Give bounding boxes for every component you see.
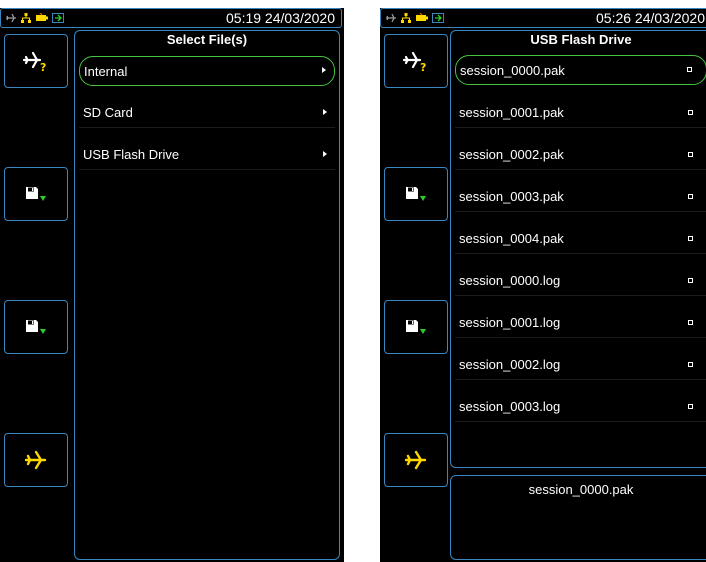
usb-file-list-panel: USB Flash Drive session_0000.pak session… bbox=[450, 30, 706, 468]
file-name: session_0000.pak bbox=[460, 62, 565, 78]
plane-status-icon bbox=[6, 13, 16, 23]
checkbox-icon[interactable] bbox=[687, 67, 692, 72]
checkbox-icon[interactable] bbox=[688, 109, 693, 115]
list-item-label: USB Flash Drive bbox=[83, 147, 180, 162]
file-item[interactable]: session_0003.log bbox=[455, 392, 706, 422]
network-icon bbox=[21, 13, 31, 23]
file-name: session_0004.pak bbox=[459, 231, 564, 246]
file-name: session_0002.pak bbox=[459, 147, 564, 162]
file-name: session_0003.pak bbox=[459, 189, 564, 204]
save-button-2[interactable] bbox=[384, 300, 448, 354]
file-item[interactable]: session_0000.pak bbox=[455, 55, 706, 85]
status-time: 05:19 24/03/2020 bbox=[226, 10, 335, 26]
list-item-sd-card[interactable]: SD Card bbox=[79, 98, 335, 128]
checkbox-icon[interactable] bbox=[688, 403, 693, 409]
selected-file-name: session_0000.pak bbox=[528, 482, 634, 497]
svg-text:?: ? bbox=[40, 61, 46, 73]
chevron-right-icon bbox=[323, 108, 327, 115]
list-item-internal[interactable]: Internal bbox=[79, 56, 335, 86]
file-item[interactable]: session_0003.pak bbox=[455, 182, 706, 212]
checkbox-icon[interactable] bbox=[688, 235, 693, 241]
save-down-icon bbox=[406, 187, 426, 201]
plane-question-icon: ? bbox=[402, 51, 426, 73]
file-item[interactable]: session_0002.log bbox=[455, 350, 706, 380]
status-icons bbox=[5, 11, 64, 25]
status-time: 05:26 24/03/2020 bbox=[596, 10, 705, 26]
checkbox-icon[interactable] bbox=[688, 277, 693, 283]
list-item-usb-flash-drive[interactable]: USB Flash Drive bbox=[79, 140, 335, 170]
save-down-icon bbox=[26, 320, 46, 334]
chevron-right-icon bbox=[323, 150, 327, 157]
selected-file-panel: session_0000.pak bbox=[450, 475, 706, 560]
svg-text:?: ? bbox=[420, 61, 426, 73]
charging-icon bbox=[432, 13, 444, 23]
file-item[interactable]: session_0000.log bbox=[455, 266, 706, 296]
file-name: session_0002.log bbox=[459, 357, 561, 372]
plane-icon bbox=[404, 450, 427, 470]
battery-icon bbox=[36, 13, 48, 21]
plane-status-icon bbox=[386, 13, 396, 23]
file-item[interactable]: session_0001.pak bbox=[455, 98, 706, 128]
save-button-2[interactable] bbox=[4, 300, 68, 354]
status-bar: 05:19 24/03/2020 bbox=[0, 8, 342, 28]
save-down-icon bbox=[406, 320, 426, 334]
select-files-panel: Select File(s) Internal SD Card USB Flas… bbox=[74, 30, 340, 560]
file-item[interactable]: session_0004.pak bbox=[455, 224, 706, 254]
panel-title: Select File(s) bbox=[166, 32, 248, 47]
file-item[interactable]: session_0002.pak bbox=[455, 140, 706, 170]
charging-icon bbox=[52, 13, 64, 23]
checkbox-icon[interactable] bbox=[688, 151, 693, 157]
checkbox-icon[interactable] bbox=[688, 319, 693, 325]
plane-icon bbox=[24, 450, 47, 470]
checkbox-icon[interactable] bbox=[688, 361, 693, 367]
status-bar: 05:26 24/03/2020 bbox=[380, 8, 706, 28]
flight-button[interactable] bbox=[4, 433, 68, 487]
battery-icon bbox=[416, 13, 428, 21]
plane-question-icon: ? bbox=[22, 51, 46, 73]
file-name: session_0000.log bbox=[459, 273, 561, 288]
file-name: session_0003.log bbox=[459, 399, 561, 414]
save-button-1[interactable] bbox=[4, 167, 68, 221]
save-down-icon bbox=[26, 187, 46, 201]
panel-title: USB Flash Drive bbox=[530, 32, 632, 47]
chevron-right-icon bbox=[322, 67, 326, 73]
list-item-label: SD Card bbox=[83, 105, 133, 120]
help-flight-button[interactable]: ? bbox=[384, 34, 448, 88]
file-name: session_0001.pak bbox=[459, 105, 564, 120]
list-item-label: Internal bbox=[84, 63, 128, 79]
network-icon bbox=[401, 13, 411, 23]
status-icons bbox=[385, 11, 444, 25]
checkbox-icon[interactable] bbox=[688, 193, 693, 199]
right-screen: 05:26 24/03/2020 ? USB Flash Drive sessi… bbox=[380, 8, 706, 562]
file-name: session_0001.log bbox=[459, 315, 561, 330]
help-flight-button[interactable]: ? bbox=[4, 34, 68, 88]
left-screen: 05:19 24/03/2020 ? Select File(s) Intern… bbox=[0, 8, 344, 562]
save-button-1[interactable] bbox=[384, 167, 448, 221]
file-item[interactable]: session_0001.log bbox=[455, 308, 706, 338]
flight-button[interactable] bbox=[384, 433, 448, 487]
